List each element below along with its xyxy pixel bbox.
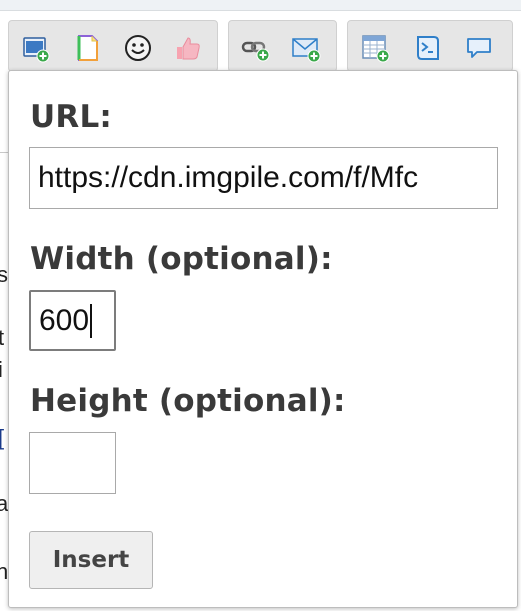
table-icon	[362, 35, 390, 63]
text-caret	[90, 303, 93, 338]
insert-page-button[interactable]	[73, 33, 103, 63]
height-label: Height (optional):	[30, 383, 346, 419]
insert-table-button[interactable]	[360, 33, 390, 63]
thumbs-up-icon	[177, 37, 200, 60]
insert-image-button[interactable]	[21, 33, 51, 63]
comment-icon	[467, 38, 491, 58]
image-icon	[23, 37, 50, 63]
background-text-fragment: s	[0, 262, 8, 287]
smiley-icon	[125, 35, 151, 61]
background-text-fragment: t	[0, 325, 5, 350]
insert-button[interactable]: Insert	[29, 531, 153, 589]
width-input-value: 600	[39, 303, 90, 337]
insert-like-button[interactable]	[173, 33, 203, 63]
insert-smiley-button[interactable]	[123, 33, 153, 63]
background-text-fragment: a	[0, 491, 9, 516]
insert-email-button[interactable]	[291, 33, 321, 63]
toolbar-group-blocks	[347, 20, 513, 72]
email-icon	[292, 38, 321, 63]
url-label: URL:	[30, 99, 112, 135]
background-text-fragment: i	[0, 357, 3, 382]
width-input[interactable]: 600	[29, 290, 116, 351]
height-input[interactable]	[29, 432, 116, 494]
link-icon	[241, 41, 270, 62]
page-icon	[77, 35, 98, 61]
url-input[interactable]: https://cdn.imgpile.com/f/Mfc	[29, 147, 498, 209]
insert-image-popup: URL: https://cdn.imgpile.com/f/Mfc Width…	[8, 70, 518, 608]
toolbar-group-insert-media	[8, 20, 218, 72]
background-text-fragment: [	[0, 425, 4, 451]
background-text-fragment: n	[0, 559, 9, 584]
insert-comment-button[interactable]	[464, 33, 494, 63]
editor-top-strip	[0, 0, 521, 11]
code-icon	[417, 36, 439, 60]
url-input-value: https://cdn.imgpile.com/f/Mfc	[38, 161, 419, 194]
width-label: Width (optional):	[30, 241, 333, 277]
insert-code-button[interactable]	[412, 33, 442, 63]
toolbar-group-links	[228, 20, 337, 72]
insert-link-button[interactable]	[241, 33, 271, 63]
